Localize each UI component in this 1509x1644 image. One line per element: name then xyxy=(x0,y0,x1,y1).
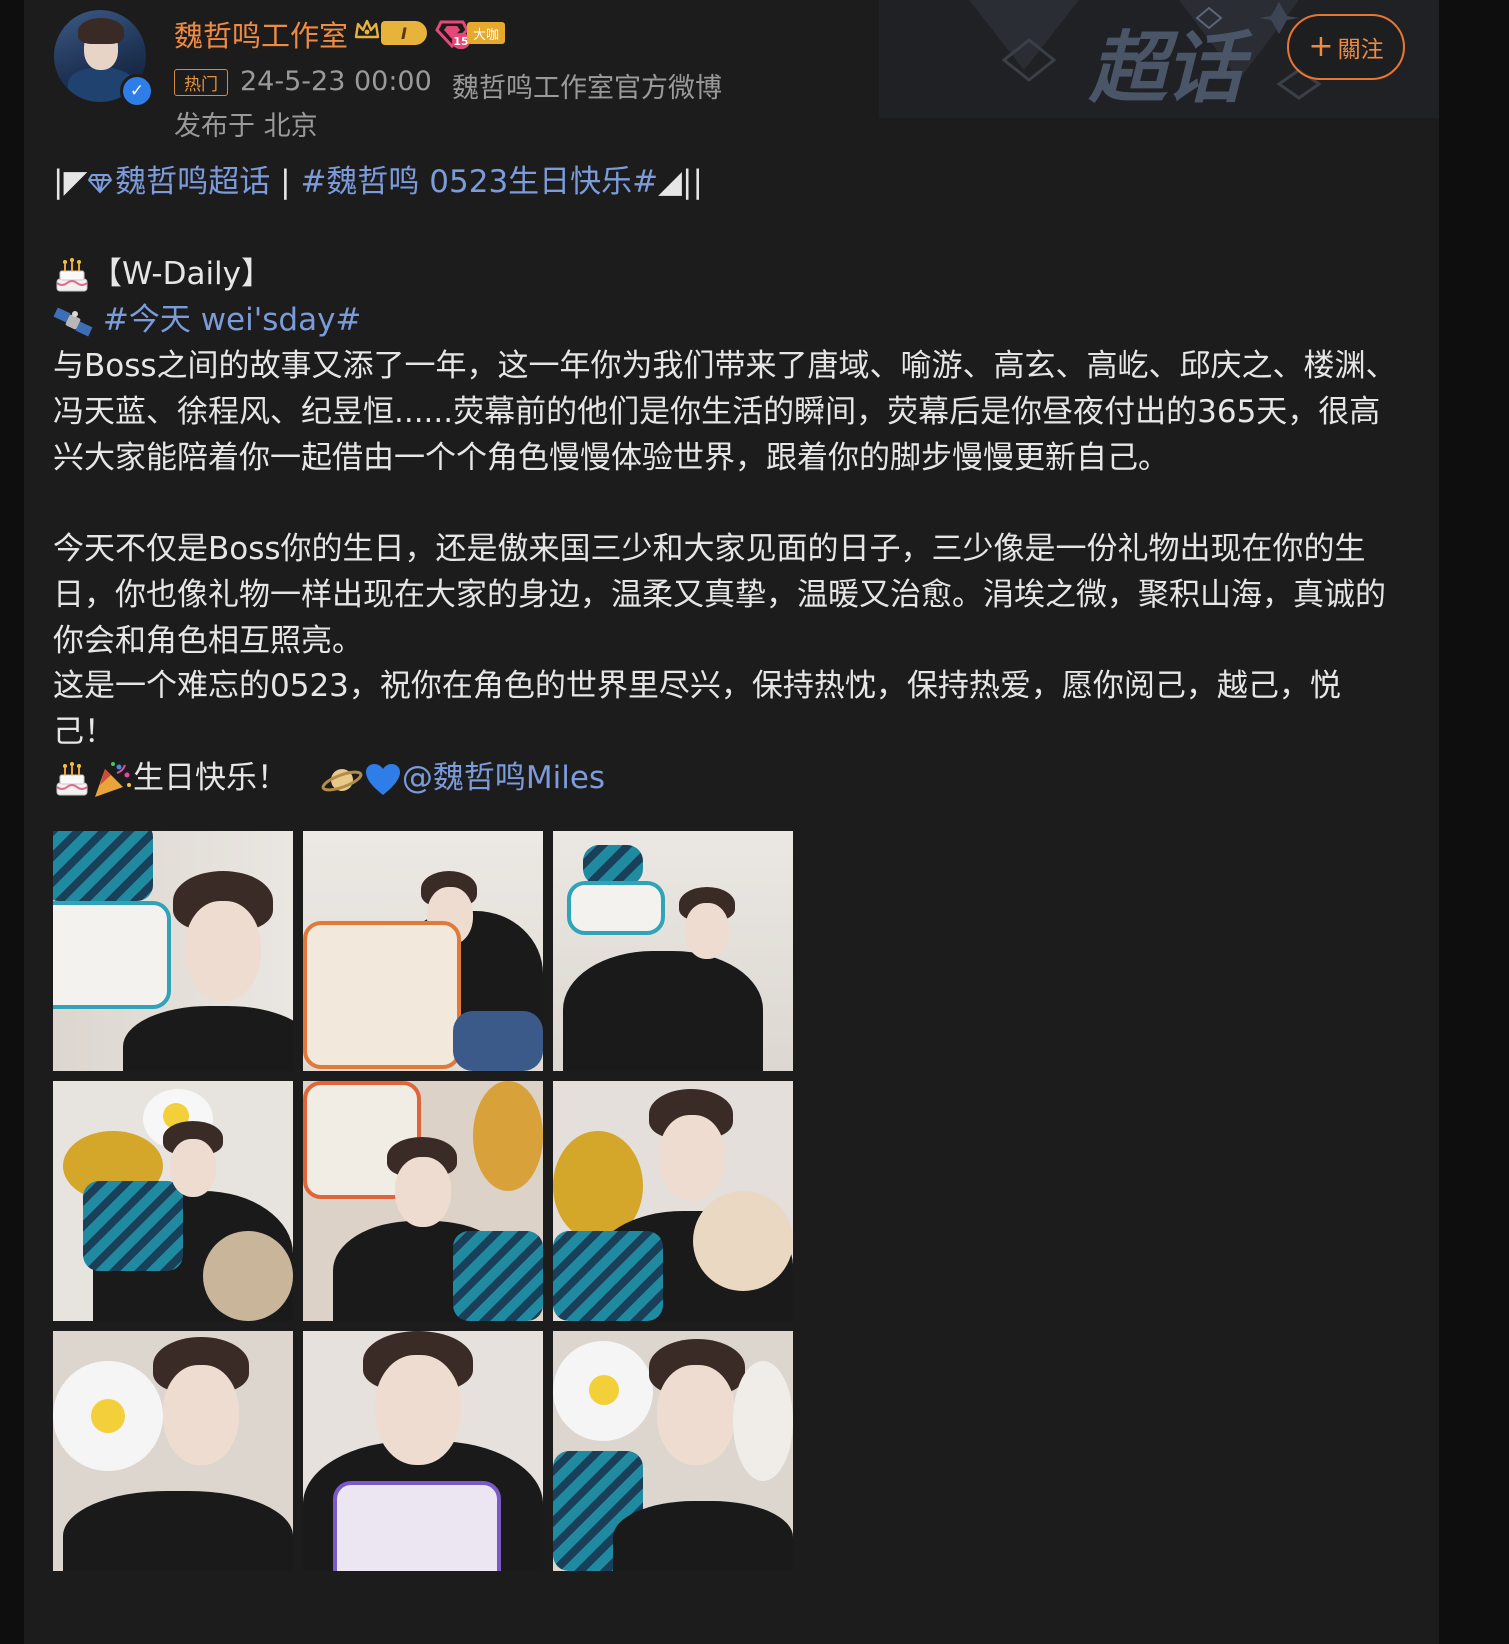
supertopic-label: 魏哲鸣超话 xyxy=(115,164,271,200)
daily-title-line: 【W-Daily】 xyxy=(53,251,272,297)
left-frame xyxy=(0,0,24,1644)
paragraph-1: 与Boss之间的故事又添了一年，这一年你为我们带来了唐域、喻游、高玄、高屹、邱庆… xyxy=(53,348,1397,476)
hashtag-weisday[interactable]: #今天 wei'sday# xyxy=(103,302,362,338)
post-timestamp: 24-5-23 00:00 xyxy=(240,66,432,97)
party-popper-icon xyxy=(95,761,131,797)
photo-7[interactable] xyxy=(53,1331,293,1571)
topic-separator: | xyxy=(270,164,301,200)
closing-line: 生日快乐！ @魏哲鸣Miles xyxy=(53,755,605,801)
vip-level-badge: I xyxy=(381,21,427,45)
satellite-icon xyxy=(53,307,93,336)
planet-icon xyxy=(321,768,363,791)
post-location: 发布于 北京 xyxy=(174,111,318,142)
photo-6[interactable] xyxy=(553,1081,793,1321)
username[interactable]: 魏哲鸣工作室 xyxy=(174,13,348,55)
photo-4[interactable] xyxy=(53,1081,293,1321)
weibo-post-card: 超话 + 關注 ✓ 魏哲鸣工作室 I 15 大咖 热门 24-5-23 00:0… xyxy=(24,0,1439,1644)
paragraph-3: 这是一个难忘的0523，祝你在角色的世界里尽兴，保持热忱，保持热爱，愿你阅己，越… xyxy=(53,668,1341,750)
supertopic-banner: 超话 + 關注 xyxy=(879,0,1439,118)
topic-prefix: |◤ xyxy=(53,164,88,200)
post-source[interactable]: 魏哲鸣工作室官方微博 xyxy=(452,66,722,105)
hot-tag: 热门 xyxy=(174,69,228,96)
closing-text: 生日快乐！ xyxy=(133,760,288,796)
plus-icon: + xyxy=(1308,29,1334,64)
weisday-line: #今天 wei'sday# xyxy=(53,297,361,343)
photo-5[interactable] xyxy=(303,1081,543,1321)
daily-title: 【W-Daily】 xyxy=(91,256,273,292)
photo-9[interactable] xyxy=(553,1331,793,1571)
photo-1[interactable] xyxy=(53,831,293,1071)
bigshot-badge: 大咖 xyxy=(467,22,505,44)
blue-heart-icon xyxy=(365,763,400,795)
photo-3[interactable] xyxy=(553,831,793,1071)
follow-button[interactable]: + 關注 xyxy=(1287,14,1405,80)
mention-link[interactable]: @魏哲鸣Miles xyxy=(402,760,605,796)
cake-icon xyxy=(56,257,88,291)
hashtag-birthday[interactable]: #魏哲鸣 0523生日快乐# xyxy=(300,164,658,200)
diamond-icon xyxy=(88,174,113,194)
supertopic-link[interactable]: 魏哲鸣超话 xyxy=(87,164,270,200)
crown-icon xyxy=(354,19,380,39)
right-frame xyxy=(1439,0,1509,1644)
photo-2[interactable] xyxy=(303,831,543,1071)
cake-icon xyxy=(56,761,88,795)
paragraph-2: 今天不仅是Boss你的生日，还是傲来国三少和大家见面的日子，三少像是一份礼物出现… xyxy=(53,531,1386,659)
verified-icon: ✓ xyxy=(120,74,154,108)
follow-label: 關注 xyxy=(1337,37,1384,63)
photo-8[interactable] xyxy=(303,1331,543,1571)
topic-line: |◤ 魏哲鸣超话 | #魏哲鸣 0523生日快乐#◢|| xyxy=(53,159,703,205)
supertopic-logo-text: 超话 xyxy=(1089,24,1243,114)
topic-suffix: ◢|| xyxy=(658,164,703,200)
